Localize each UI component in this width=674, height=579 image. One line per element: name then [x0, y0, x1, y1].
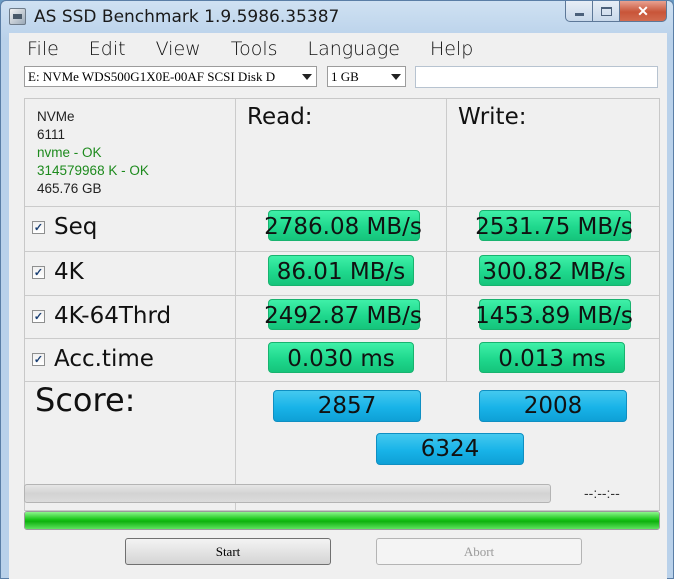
chevron-down-icon	[391, 74, 401, 80]
4k-read-value: 86.01 MB/s	[276, 259, 406, 285]
checkbox-checked-icon[interactable]: ✓	[32, 309, 45, 323]
current-progress-bar	[24, 484, 551, 503]
grid-divider	[25, 206, 659, 207]
results-grid: NVMe 6111 nvme - OK 314579968 K - OK 465…	[24, 98, 660, 511]
elapsed-time: --:--:--	[584, 485, 620, 501]
grid-divider	[25, 338, 659, 339]
read-column-header: Read:	[247, 104, 313, 130]
checkbox-checked-icon[interactable]: ✓	[32, 265, 45, 279]
grid-divider	[25, 251, 659, 252]
row-acc-time[interactable]: ✓ Acc.time	[32, 346, 154, 372]
checkbox-checked-icon[interactable]: ✓	[32, 352, 45, 366]
menu-language[interactable]: Language	[290, 38, 412, 60]
window-title: AS SSD Benchmark 1.9.5986.35387	[34, 7, 340, 27]
grid-divider	[25, 295, 659, 296]
total-progress-bar	[24, 511, 660, 530]
4k64-read-value: 2492.87 MB/s	[264, 303, 422, 329]
acc-write-value: 0.013 ms	[498, 346, 606, 372]
checkbox-checked-icon[interactable]: ✓	[32, 220, 45, 234]
title-bar[interactable]: AS SSD Benchmark 1.9.5986.35387 ✕	[1, 1, 673, 33]
row-label-seq: Seq	[54, 214, 98, 240]
test-size-value: 1 GB	[331, 69, 359, 84]
score-write: 2008	[479, 390, 627, 422]
drive-name: NVMe	[37, 109, 75, 124]
drive-info: NVMe 6111 nvme - OK 314579968 K - OK 465…	[37, 108, 149, 198]
acc-read-value: 0.030 ms	[287, 346, 395, 372]
menu-file[interactable]: File	[9, 38, 71, 60]
window-controls: ✕	[565, 1, 667, 22]
menu-bar: File Edit View Tools Language Help	[9, 38, 485, 60]
menu-view[interactable]: View	[138, 38, 213, 60]
row-label-4k: 4K	[54, 259, 84, 285]
app-window: AS SSD Benchmark 1.9.5986.35387 ✕ File E…	[0, 0, 674, 579]
driver-status: nvme - OK	[37, 145, 102, 160]
grid-divider	[235, 99, 236, 510]
menu-tools[interactable]: Tools	[213, 38, 290, 60]
4k-write-value: 300.82 MB/s	[482, 259, 626, 285]
seq-write-value: 2531.75 MB/s	[475, 214, 633, 240]
menu-edit[interactable]: Edit	[71, 38, 138, 60]
4k64-write-value: 1453.89 MB/s	[475, 303, 633, 329]
close-icon: ✕	[637, 2, 649, 19]
seq-read-value: 2786.08 MB/s	[264, 214, 422, 240]
start-button[interactable]: Start	[125, 538, 331, 565]
maximize-button[interactable]	[593, 1, 620, 22]
write-column-header: Write:	[458, 104, 527, 130]
client-area: File Edit View Tools Language Help E: NV…	[9, 33, 667, 579]
menu-help[interactable]: Help	[412, 38, 485, 60]
info-text-field[interactable]	[415, 66, 658, 88]
row-4k[interactable]: ✓ 4K	[32, 259, 84, 285]
score-total: 6324	[376, 433, 524, 465]
score-label: Score:	[35, 381, 136, 419]
minimize-button[interactable]	[565, 1, 593, 22]
score-read: 2857	[273, 390, 421, 422]
row-4k-64thrd[interactable]: ✓ 4K-64Thrd	[32, 303, 171, 329]
abort-button[interactable]: Abort	[376, 538, 582, 565]
total-progress-fill	[25, 512, 659, 529]
row-label-4k-64thrd: 4K-64Thrd	[54, 303, 172, 329]
row-label-acc-time: Acc.time	[54, 346, 154, 372]
test-size-select[interactable]: 1 GB	[327, 66, 406, 87]
drive-capacity: 465.76 GB	[37, 181, 102, 196]
app-icon	[9, 8, 26, 25]
drive-select[interactable]: E: NVMe WDS500G1X0E-00AF SCSI Disk D	[24, 66, 317, 87]
chevron-down-icon	[302, 74, 312, 80]
drive-select-value: E: NVMe WDS500G1X0E-00AF SCSI Disk D	[28, 69, 276, 84]
close-button[interactable]: ✕	[620, 1, 667, 22]
alignment-status: 314579968 K - OK	[37, 163, 149, 178]
drive-firmware: 6111	[37, 127, 66, 142]
minimize-icon	[574, 12, 584, 16]
maximize-icon	[600, 6, 612, 16]
row-seq[interactable]: ✓ Seq	[32, 214, 97, 240]
